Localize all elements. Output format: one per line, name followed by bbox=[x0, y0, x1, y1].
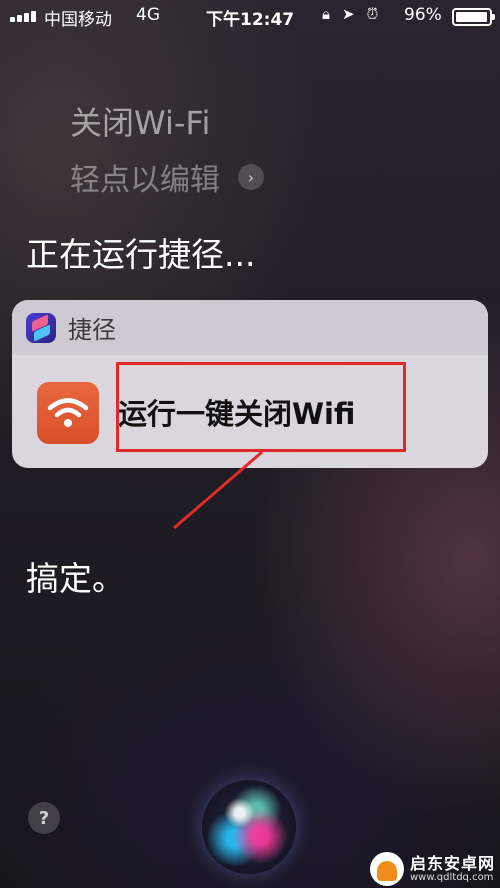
card-app-name: 捷径 bbox=[68, 316, 116, 344]
done-status: 搞定。 bbox=[26, 559, 125, 598]
annotation-box bbox=[116, 362, 406, 452]
running-status: 正在运行捷径... bbox=[26, 235, 256, 274]
status-icons: 🔒︎ ➤ ⏰︎ bbox=[322, 5, 378, 23]
status-bar: 中国移动 4G 下午12:47 🔒︎ ➤ ⏰︎ 96% bbox=[0, 0, 500, 34]
clock: 下午12:47 bbox=[206, 10, 295, 30]
alarm-icon: ⏰︎ bbox=[366, 5, 379, 23]
watermark-logo-icon bbox=[370, 852, 404, 886]
watermark-text: 启东安卓网 www.qdltdq.com bbox=[410, 855, 495, 884]
battery-level bbox=[456, 12, 487, 22]
card-header: 捷径 bbox=[12, 300, 488, 355]
signal-strength-icon bbox=[10, 11, 36, 22]
help-button[interactable]: ? bbox=[28, 802, 60, 834]
siri-orb-icon[interactable] bbox=[202, 780, 296, 874]
network-type: 4G bbox=[136, 5, 160, 25]
edit-hint-label: 轻点以编辑 bbox=[70, 163, 220, 198]
location-icon: ➤ bbox=[341, 5, 355, 23]
battery-tip bbox=[492, 14, 495, 20]
chevron-right-icon: › bbox=[238, 164, 264, 190]
battery-percent: 96% bbox=[404, 5, 442, 25]
battery-icon bbox=[452, 8, 495, 26]
rotation-lock-icon: 🔒︎ bbox=[322, 5, 330, 23]
shortcuts-app-icon bbox=[26, 312, 56, 343]
watermark: 启东安卓网 www.qdltdq.com bbox=[370, 852, 495, 886]
watermark-title: 启东安卓网 bbox=[410, 853, 496, 873]
wifi-icon bbox=[37, 382, 99, 444]
tap-to-edit[interactable]: 轻点以编辑 › bbox=[70, 155, 264, 199]
siri-query[interactable]: 关闭Wi-Fi bbox=[70, 98, 210, 144]
wifi-glyph bbox=[47, 398, 89, 427]
carrier-name: 中国移动 bbox=[44, 10, 112, 30]
watermark-url: www.qdltdq.com bbox=[410, 872, 494, 884]
